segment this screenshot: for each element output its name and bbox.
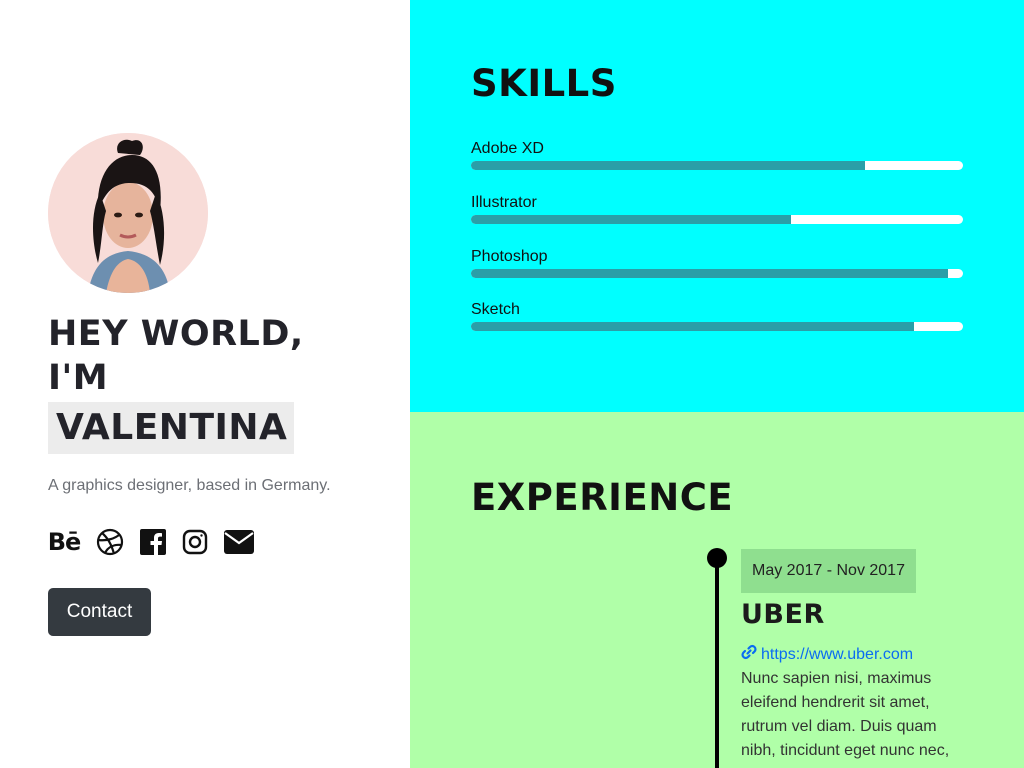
social-links: Bē bbox=[48, 527, 270, 557]
skill-item: Photoshop bbox=[471, 247, 963, 278]
instagram-icon[interactable] bbox=[182, 527, 208, 557]
skill-bar bbox=[471, 215, 963, 224]
profile-panel: HEY WORLD, I'M VALENTINA A graphics desi… bbox=[0, 0, 410, 768]
skill-bar bbox=[471, 269, 963, 278]
experience-description: Nunc sapien nisi, maximus eleifend hendr… bbox=[741, 670, 950, 759]
skill-label: Illustrator bbox=[471, 194, 537, 211]
company-name: UBER bbox=[741, 599, 825, 630]
hero-line-intro: I'M bbox=[48, 358, 109, 398]
hero-heading: HEY WORLD, I'M VALENTINA bbox=[48, 312, 304, 454]
skill-bar-fill bbox=[471, 269, 949, 278]
skill-item: Sketch bbox=[471, 300, 963, 331]
behance-icon[interactable]: Bē bbox=[48, 527, 82, 557]
skills-title: SKILLS bbox=[471, 62, 617, 105]
skill-bar bbox=[471, 322, 963, 331]
skill-bar bbox=[471, 161, 963, 170]
hero-name: VALENTINA bbox=[48, 402, 295, 454]
skill-item: Illustrator bbox=[471, 193, 963, 224]
contact-button[interactable]: Contact bbox=[48, 588, 151, 636]
date-badge: May 2017 - Nov 2017 bbox=[741, 549, 916, 593]
experience-section: EXPERIENCE May 2017 - Nov 2017 UBER http… bbox=[410, 412, 1024, 768]
timeline-dot bbox=[707, 548, 727, 568]
skill-label: Adobe XD bbox=[471, 140, 544, 157]
link-icon bbox=[741, 644, 757, 665]
skill-bar-fill bbox=[471, 215, 791, 224]
envelope-icon[interactable] bbox=[224, 527, 254, 557]
skill-bar-fill bbox=[471, 161, 865, 170]
company-url: https://www.uber.com bbox=[761, 645, 914, 663]
skill-label: Sketch bbox=[471, 301, 520, 318]
timeline-line bbox=[715, 558, 719, 768]
tagline: A graphics designer, based in Germany. bbox=[48, 477, 331, 494]
hero-line-greeting: HEY WORLD, bbox=[48, 314, 304, 354]
facebook-icon[interactable] bbox=[140, 527, 166, 557]
avatar bbox=[48, 133, 208, 293]
company-link[interactable]: https://www.uber.com bbox=[741, 644, 913, 665]
dribbble-icon[interactable] bbox=[96, 527, 124, 557]
skill-item: Adobe XD bbox=[471, 139, 963, 170]
skill-label: Photoshop bbox=[471, 248, 548, 265]
skills-section: SKILLS Adobe XD Illustrator Photoshop Sk… bbox=[410, 0, 1024, 412]
experience-title: EXPERIENCE bbox=[471, 476, 734, 519]
skill-bar-fill bbox=[471, 322, 914, 331]
